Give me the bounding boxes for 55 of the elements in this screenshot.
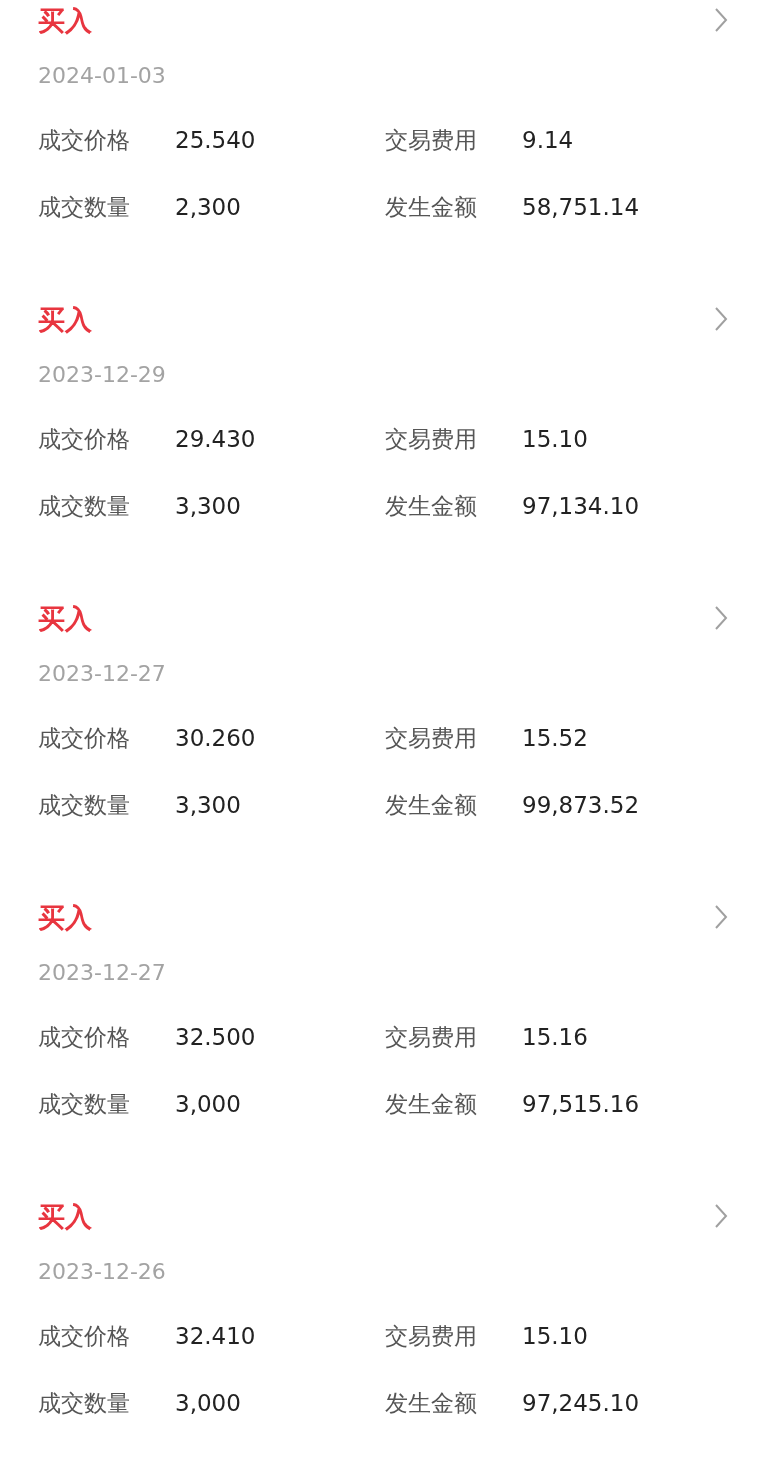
field-label: 发生金额 xyxy=(385,1089,478,1119)
field-label: 成交数量 xyxy=(38,1388,131,1418)
field-label: 交易费用 xyxy=(385,424,478,454)
trade-date: 2023-12-27 xyxy=(38,958,167,987)
trade-type: 买入 xyxy=(38,305,92,333)
field-value: 3,300 xyxy=(175,491,242,521)
field-value: 3,300 xyxy=(175,790,242,820)
field-label: 发生金额 xyxy=(385,491,478,521)
field-label: 成交价格 xyxy=(38,723,131,753)
field-value: 15.10 xyxy=(522,424,589,454)
field-label: 成交价格 xyxy=(38,424,131,454)
field-label: 成交数量 xyxy=(38,790,131,820)
field-label: 交易费用 xyxy=(385,723,478,753)
field-label: 发生金额 xyxy=(385,1388,478,1418)
field-value: 25.540 xyxy=(175,125,257,155)
field-label: 成交数量 xyxy=(38,491,131,521)
field-value: 32.410 xyxy=(175,1321,257,1351)
field-label: 发生金额 xyxy=(385,790,478,820)
field-value: 15.52 xyxy=(522,723,589,753)
chevron-right-icon[interactable] xyxy=(714,904,728,930)
field-value: 2,300 xyxy=(175,192,242,222)
trade-date: 2023-12-27 xyxy=(38,659,167,688)
trade-date: 2023-12-26 xyxy=(38,1257,167,1286)
trade-type: 买入 xyxy=(38,6,92,34)
field-value: 97,245.10 xyxy=(522,1388,641,1418)
field-label: 成交价格 xyxy=(38,1022,131,1052)
trade-type: 买入 xyxy=(38,903,92,931)
field-value: 30.260 xyxy=(175,723,257,753)
field-label: 成交价格 xyxy=(38,1321,131,1351)
field-label: 成交数量 xyxy=(38,1089,131,1119)
field-value: 97,515.16 xyxy=(522,1089,641,1119)
field-value: 9.14 xyxy=(522,125,575,155)
field-value: 15.10 xyxy=(522,1321,589,1351)
field-value: 99,873.52 xyxy=(522,790,641,820)
trade-type: 买入 xyxy=(38,1202,92,1230)
field-value: 15.16 xyxy=(522,1022,589,1052)
field-label: 交易费用 xyxy=(385,125,478,155)
field-label: 成交价格 xyxy=(38,125,131,155)
chevron-right-icon[interactable] xyxy=(714,605,728,631)
field-value: 3,000 xyxy=(175,1388,242,1418)
field-value: 3,000 xyxy=(175,1089,242,1119)
field-value: 97,134.10 xyxy=(522,491,641,521)
field-label: 发生金额 xyxy=(385,192,478,222)
field-value: 32.500 xyxy=(175,1022,257,1052)
trade-type: 买入 xyxy=(38,604,92,632)
chevron-right-icon[interactable] xyxy=(714,1203,728,1229)
field-label: 交易费用 xyxy=(385,1321,478,1351)
chevron-right-icon[interactable] xyxy=(714,306,728,332)
trade-date: 2024-01-03 xyxy=(38,61,167,90)
field-label: 成交数量 xyxy=(38,192,131,222)
field-value: 58,751.14 xyxy=(522,192,641,222)
field-value: 29.430 xyxy=(175,424,257,454)
chevron-right-icon[interactable] xyxy=(714,7,728,33)
field-label: 交易费用 xyxy=(385,1022,478,1052)
trade-date: 2023-12-29 xyxy=(38,360,167,389)
